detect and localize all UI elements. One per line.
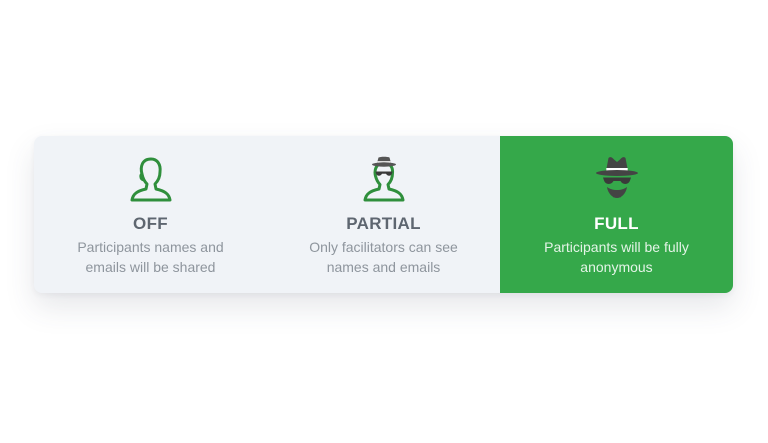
person-hat-sunglasses-icon: [363, 156, 404, 202]
option-full-description: Participants will be fully anonymous: [544, 239, 689, 275]
option-off[interactable]: OFF Participants names and emails will b…: [34, 136, 267, 293]
option-full-title: FULL: [594, 214, 639, 233]
spy-incognito-icon: [595, 157, 638, 198]
anonymity-selector: OFF Participants names and emails will b…: [34, 136, 733, 293]
page: OFF Participants names and emails will b…: [0, 0, 768, 443]
option-partial[interactable]: PARTIAL Only facilitators can see names …: [267, 136, 500, 293]
person-icon: [130, 157, 171, 202]
option-off-description: Participants names and emails will be sh…: [77, 239, 224, 275]
option-partial-title: PARTIAL: [346, 214, 421, 233]
option-full[interactable]: FULL Participants will be fully anonymou…: [500, 136, 733, 293]
option-off-title: OFF: [133, 214, 168, 233]
option-partial-description: Only facilitators can see names and emai…: [309, 239, 458, 275]
